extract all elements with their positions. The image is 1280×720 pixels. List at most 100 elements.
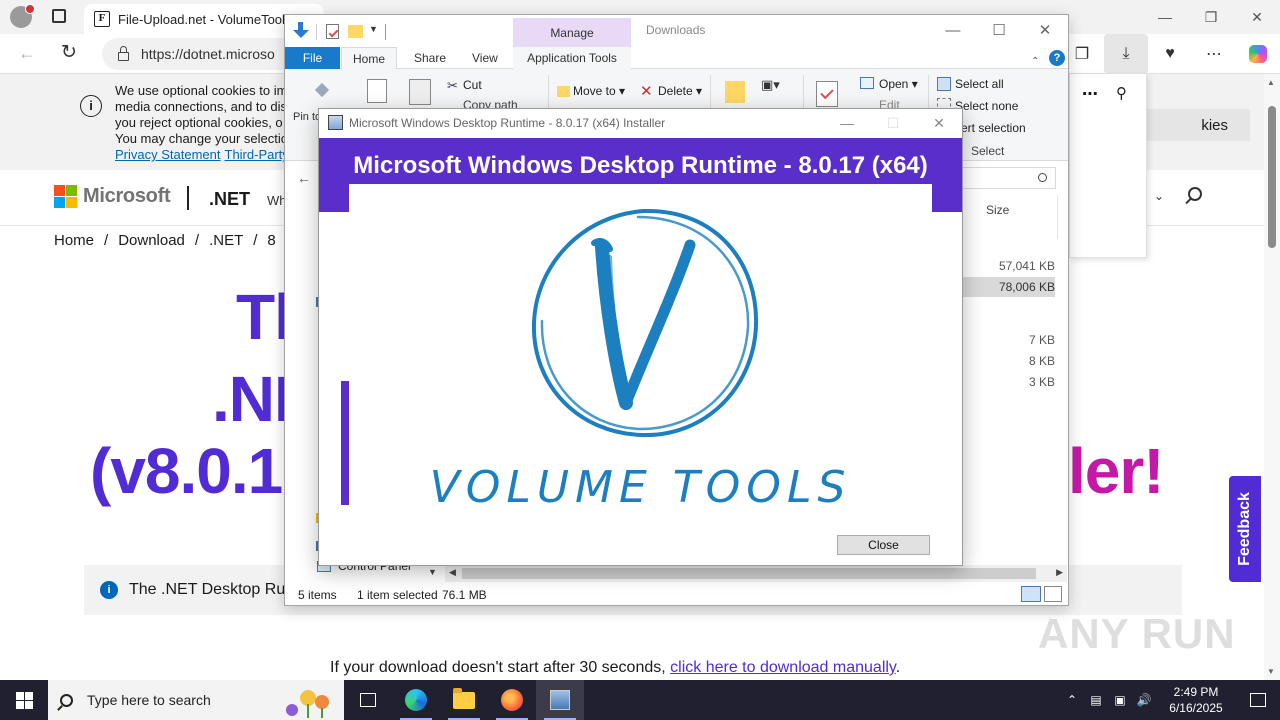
display-icon[interactable]: ▣ (1108, 693, 1132, 707)
scrollbar-thumb[interactable] (1268, 106, 1276, 248)
task-view-button[interactable] (344, 680, 392, 720)
taskbar-edge[interactable] (392, 680, 440, 720)
maximize-icon[interactable]: ☐ (976, 15, 1022, 45)
installer-title-bar: Microsoft Windows Desktop Runtime - 8.0.… (319, 109, 962, 138)
selection-count: 1 item selected (357, 588, 438, 602)
download-manually-link[interactable]: click here to download manually (670, 659, 896, 676)
invert-selection-button[interactable]: vert selection (955, 121, 1026, 135)
address-bar[interactable]: https://dotnet.microso (102, 38, 302, 70)
tab-application-tools[interactable]: Application Tools (513, 47, 631, 69)
paste-icon[interactable] (409, 79, 431, 105)
select-all-button[interactable]: Select all (955, 77, 1004, 91)
taskbar-file-explorer[interactable] (440, 680, 488, 720)
help-icon[interactable]: ? (1049, 50, 1065, 66)
third-party-link[interactable]: Third-Party (225, 147, 289, 162)
page-scrollbar[interactable]: ▲ ▼ (1264, 74, 1280, 680)
cookie-line: you reject optional cookies, o (115, 115, 283, 130)
restore-icon[interactable]: ❐ (1188, 0, 1234, 34)
file-size-cell[interactable]: 8 KB (963, 351, 1055, 371)
move-to-button[interactable]: Move to ▾ (573, 84, 625, 98)
back-arrow-icon[interactable]: ← (18, 43, 36, 64)
taskbar-installer[interactable] (536, 680, 584, 720)
microsoft-logo[interactable]: Microsoft (54, 185, 171, 208)
scroll-left-icon[interactable]: ◀ (449, 567, 456, 578)
delete-button[interactable]: Delete ▾ (658, 84, 702, 98)
horizontal-scrollbar[interactable]: ◀ ▶ (445, 565, 1067, 582)
tab-share[interactable]: Share (414, 47, 446, 69)
profile-avatar-icon[interactable] (10, 4, 35, 28)
scroll-up-icon[interactable]: ▲ (1267, 78, 1275, 87)
close-icon[interactable]: ✕ (1234, 0, 1280, 34)
network-icon[interactable]: ▤ (1084, 693, 1108, 707)
file-size-cell[interactable]: 3 KB (963, 372, 1055, 392)
file-size-cell[interactable]: 7 KB (963, 330, 1055, 350)
taskbar-firefox[interactable] (488, 680, 536, 720)
cut-button[interactable]: Cut (463, 78, 482, 92)
feedback-button[interactable]: Feedback (1229, 476, 1261, 582)
copilot-button[interactable] (1236, 34, 1280, 74)
select-none-button[interactable]: Select none (955, 99, 1018, 113)
breadcrumb-home[interactable]: Home (54, 232, 94, 249)
large-icons-view-icon[interactable] (1044, 586, 1062, 602)
quick-access-dropdown-icon[interactable]: ▼ (369, 24, 378, 34)
taskbar-search-placeholder: Type here to search (87, 692, 211, 708)
new-item-icon[interactable]: ▣▾ (761, 77, 780, 93)
start-button[interactable] (0, 680, 48, 720)
file-size-cell[interactable]: 57,041 KB (963, 256, 1055, 276)
tab-file[interactable]: File (285, 47, 340, 69)
browser-essentials-icon[interactable]: ♥ (1148, 34, 1192, 74)
pin-icon[interactable]: ⚲ (1116, 84, 1127, 102)
back-arrow-icon[interactable]: ← (297, 170, 311, 186)
notifications-button[interactable] (1236, 680, 1280, 720)
taskbar-search-box[interactable]: Type here to search (48, 680, 344, 720)
scroll-down-icon[interactable]: ▼ (1267, 667, 1275, 676)
breadcrumb-download[interactable]: Download (118, 232, 185, 249)
more-options-icon[interactable]: ⋯ (1192, 34, 1236, 74)
installer-app-icon (328, 115, 343, 130)
dotnet-link[interactable]: .NET (209, 189, 250, 210)
file-size-cell-selected[interactable]: 78,006 KB (963, 277, 1055, 297)
copy-icon[interactable] (367, 79, 387, 103)
breadcrumb-dotnet[interactable]: .NET (209, 232, 243, 249)
tab-home[interactable]: Home (341, 47, 397, 70)
taskbar-clock[interactable]: 2:49 PM 6/16/2025 (1156, 684, 1236, 716)
chevron-down-icon[interactable]: ▼ (428, 567, 437, 577)
close-icon[interactable]: ✕ (1022, 15, 1068, 45)
cookie-line: media connections, and to dis (115, 99, 287, 114)
minimize-icon[interactable]: — (1142, 0, 1188, 34)
installer-close-button[interactable]: Close (837, 535, 930, 555)
properties-icon[interactable] (326, 24, 339, 39)
pin-icon[interactable] (313, 83, 333, 103)
tab-view[interactable]: View (472, 47, 498, 69)
tab-actions-icon[interactable] (52, 9, 66, 23)
new-folder-icon[interactable] (725, 81, 745, 103)
close-icon[interactable]: ✕ (916, 109, 962, 137)
installer-banner: Microsoft Windows Desktop Runtime - 8.0.… (319, 138, 962, 184)
chevron-up-icon[interactable]: ⌃ (1060, 693, 1084, 707)
explorer-status-bar: 5 items 1 item selected 76.1 MB (285, 583, 1068, 605)
chevron-down-icon[interactable]: ⌄ (1154, 189, 1164, 203)
open-button[interactable]: Open ▾ (879, 77, 918, 91)
minimize-icon[interactable]: — (930, 15, 976, 45)
scroll-right-icon[interactable]: ▶ (1056, 567, 1063, 578)
minimize-icon[interactable]: — (824, 109, 870, 137)
more-options-icon[interactable]: ⋯ (1082, 84, 1098, 104)
notifications-icon (1250, 693, 1266, 707)
volume-icon[interactable]: 🔊 (1132, 693, 1156, 707)
size-column-header[interactable]: Size (963, 195, 1058, 239)
downloads-icon[interactable]: ⤓ (1104, 34, 1148, 74)
scrollbar-thumb[interactable] (462, 568, 1036, 579)
search-icon[interactable] (1188, 187, 1202, 201)
copilot-icon (1249, 45, 1267, 63)
details-view-icon[interactable] (1021, 586, 1041, 602)
download-arrow-icon (293, 22, 309, 40)
reload-icon[interactable]: ↻ (61, 41, 77, 64)
banner-right-tab (932, 184, 962, 212)
new-folder-icon[interactable] (348, 25, 363, 38)
info-icon: i (100, 581, 118, 599)
explorer-search-input[interactable] (962, 167, 1056, 189)
breadcrumb-version[interactable]: 8 (267, 232, 275, 249)
manage-context-tab[interactable]: Manage (513, 18, 631, 48)
properties-icon[interactable] (816, 81, 838, 107)
privacy-statement-link[interactable]: Privacy Statement (115, 147, 221, 162)
